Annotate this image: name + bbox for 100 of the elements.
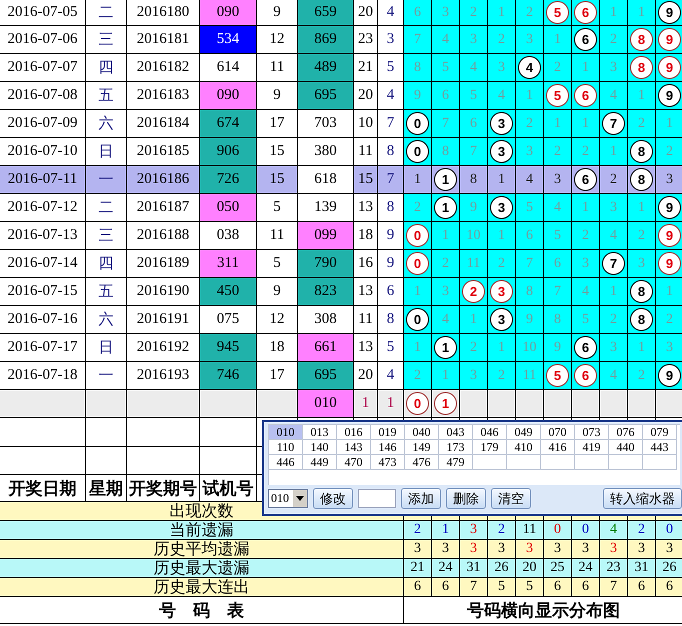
number-item[interactable]: 410 — [507, 440, 541, 455]
table-cell: 2016-07-14 — [0, 250, 86, 278]
miss-count: 1 — [498, 4, 505, 20]
miss-count: 1 — [414, 172, 421, 188]
number-item[interactable]: 040 — [405, 425, 439, 440]
table-cell: 18 — [354, 222, 378, 250]
table-cell: 三 — [86, 222, 127, 250]
miss-count: 7 — [470, 144, 477, 160]
table-title: 号 码 表 — [0, 597, 404, 624]
toolbar-button[interactable]: 修改 — [313, 488, 353, 509]
miss-count: 3 — [526, 32, 533, 48]
number-item[interactable]: 446 — [269, 455, 303, 470]
number-ball: 1 — [434, 336, 457, 359]
miss-count: 7 — [554, 284, 561, 300]
miss-count: 6 — [554, 256, 561, 272]
miss-count: 3 — [442, 284, 449, 300]
miss-count: 7 — [414, 32, 421, 48]
number-item[interactable]: 143 — [337, 440, 371, 455]
table-cell: 906 — [200, 138, 257, 166]
number-item[interactable]: 019 — [371, 425, 405, 440]
table-cell: 1 — [378, 390, 404, 418]
miss-count: 3 — [638, 256, 645, 272]
miss-count: 6 — [442, 88, 449, 104]
empty-cell — [541, 455, 575, 470]
miss-count: 2 — [638, 368, 645, 384]
table-cell: 15 — [257, 166, 298, 194]
empty-cell — [86, 446, 127, 475]
miss-count: 2 — [526, 4, 533, 20]
table-cell: 308 — [298, 306, 354, 334]
toolbar-button[interactable]: 添加 — [401, 488, 441, 509]
number-ball: 6 — [574, 168, 597, 191]
toolbar-button[interactable]: 转入缩水器 — [603, 488, 682, 509]
number-item[interactable]: 043 — [439, 425, 473, 440]
miss-count: 2 — [442, 256, 449, 272]
number-item[interactable]: 013 — [303, 425, 337, 440]
number-item[interactable]: 470 — [337, 455, 371, 470]
number-ball: 9 — [658, 252, 681, 275]
number-item[interactable]: 016 — [337, 425, 371, 440]
number-ball: 5 — [546, 84, 569, 107]
number-ball: 6 — [574, 84, 597, 107]
number-item[interactable]: 149 — [405, 440, 439, 455]
number-ball: 7 — [602, 112, 625, 135]
miss-count: 2 — [582, 228, 589, 244]
table-cell: 1 — [354, 390, 378, 418]
number-item[interactable]: 173 — [439, 440, 473, 455]
table-cell: 2016-07-17 — [0, 334, 86, 362]
table-cell: 2016-07-13 — [0, 222, 86, 250]
table-cell: 10 — [354, 110, 378, 138]
miss-count: 8 — [470, 172, 477, 188]
miss-count: 2 — [498, 368, 505, 384]
number-item[interactable]: 479 — [439, 455, 473, 470]
miss-count: 2 — [470, 4, 477, 20]
number-item[interactable]: 049 — [507, 425, 541, 440]
number-dropdown[interactable]: 010 — [268, 489, 308, 508]
miss-count: 1 — [582, 60, 589, 76]
number-ball: 6 — [574, 364, 597, 387]
number-ball: 5 — [546, 364, 569, 387]
number-item[interactable]: 416 — [541, 440, 575, 455]
number-ball: 6 — [574, 1, 597, 24]
number-item[interactable]: 476 — [405, 455, 439, 470]
miss-count: 2 — [414, 200, 421, 216]
input-field[interactable] — [358, 489, 396, 508]
number-ball: 9 — [658, 224, 681, 247]
number-item[interactable]: 443 — [643, 440, 677, 455]
number-item[interactable]: 070 — [541, 425, 575, 440]
miss-count: 1 — [554, 32, 561, 48]
number-ball: 4 — [518, 56, 541, 79]
table-cell: 869 — [298, 26, 354, 54]
table-cell: 五 — [86, 278, 127, 306]
miss-count: 5 — [526, 200, 533, 216]
number-item[interactable]: 110 — [269, 440, 303, 455]
miss-count: 9 — [526, 312, 533, 328]
number-item[interactable]: 140 — [303, 440, 337, 455]
miss-count: 4 — [610, 88, 617, 104]
number-item[interactable]: 419 — [575, 440, 609, 455]
toolbar-button[interactable]: 删除 — [446, 488, 486, 509]
number-item[interactable]: 046 — [473, 425, 507, 440]
table-cell: 2016186 — [127, 166, 200, 194]
number-item[interactable]: 079 — [643, 425, 677, 440]
number-ball: 5 — [546, 1, 569, 24]
number-item[interactable]: 076 — [609, 425, 643, 440]
number-item[interactable]: 440 — [609, 440, 643, 455]
miss-count: 9 — [470, 200, 477, 216]
miss-count: 3 — [470, 32, 477, 48]
number-item[interactable]: 473 — [371, 455, 405, 470]
number-item[interactable]: 449 — [303, 455, 337, 470]
miss-count: 4 — [470, 60, 477, 76]
table-cell: 2016-07-08 — [0, 82, 86, 110]
number-ball: 9 — [658, 56, 681, 79]
number-item[interactable]: 010 — [269, 425, 303, 440]
number-ball: 3 — [490, 140, 513, 163]
number-item[interactable]: 146 — [371, 440, 405, 455]
miss-count: 8 — [526, 284, 533, 300]
number-item[interactable]: 179 — [473, 440, 507, 455]
miss-count: 3 — [470, 368, 477, 384]
table-cell: 695 — [298, 362, 354, 390]
number-item[interactable]: 073 — [575, 425, 609, 440]
toolbar-button[interactable]: 清空 — [491, 488, 531, 509]
number-ball: 6 — [574, 336, 597, 359]
number-ball: 0 — [406, 308, 429, 331]
